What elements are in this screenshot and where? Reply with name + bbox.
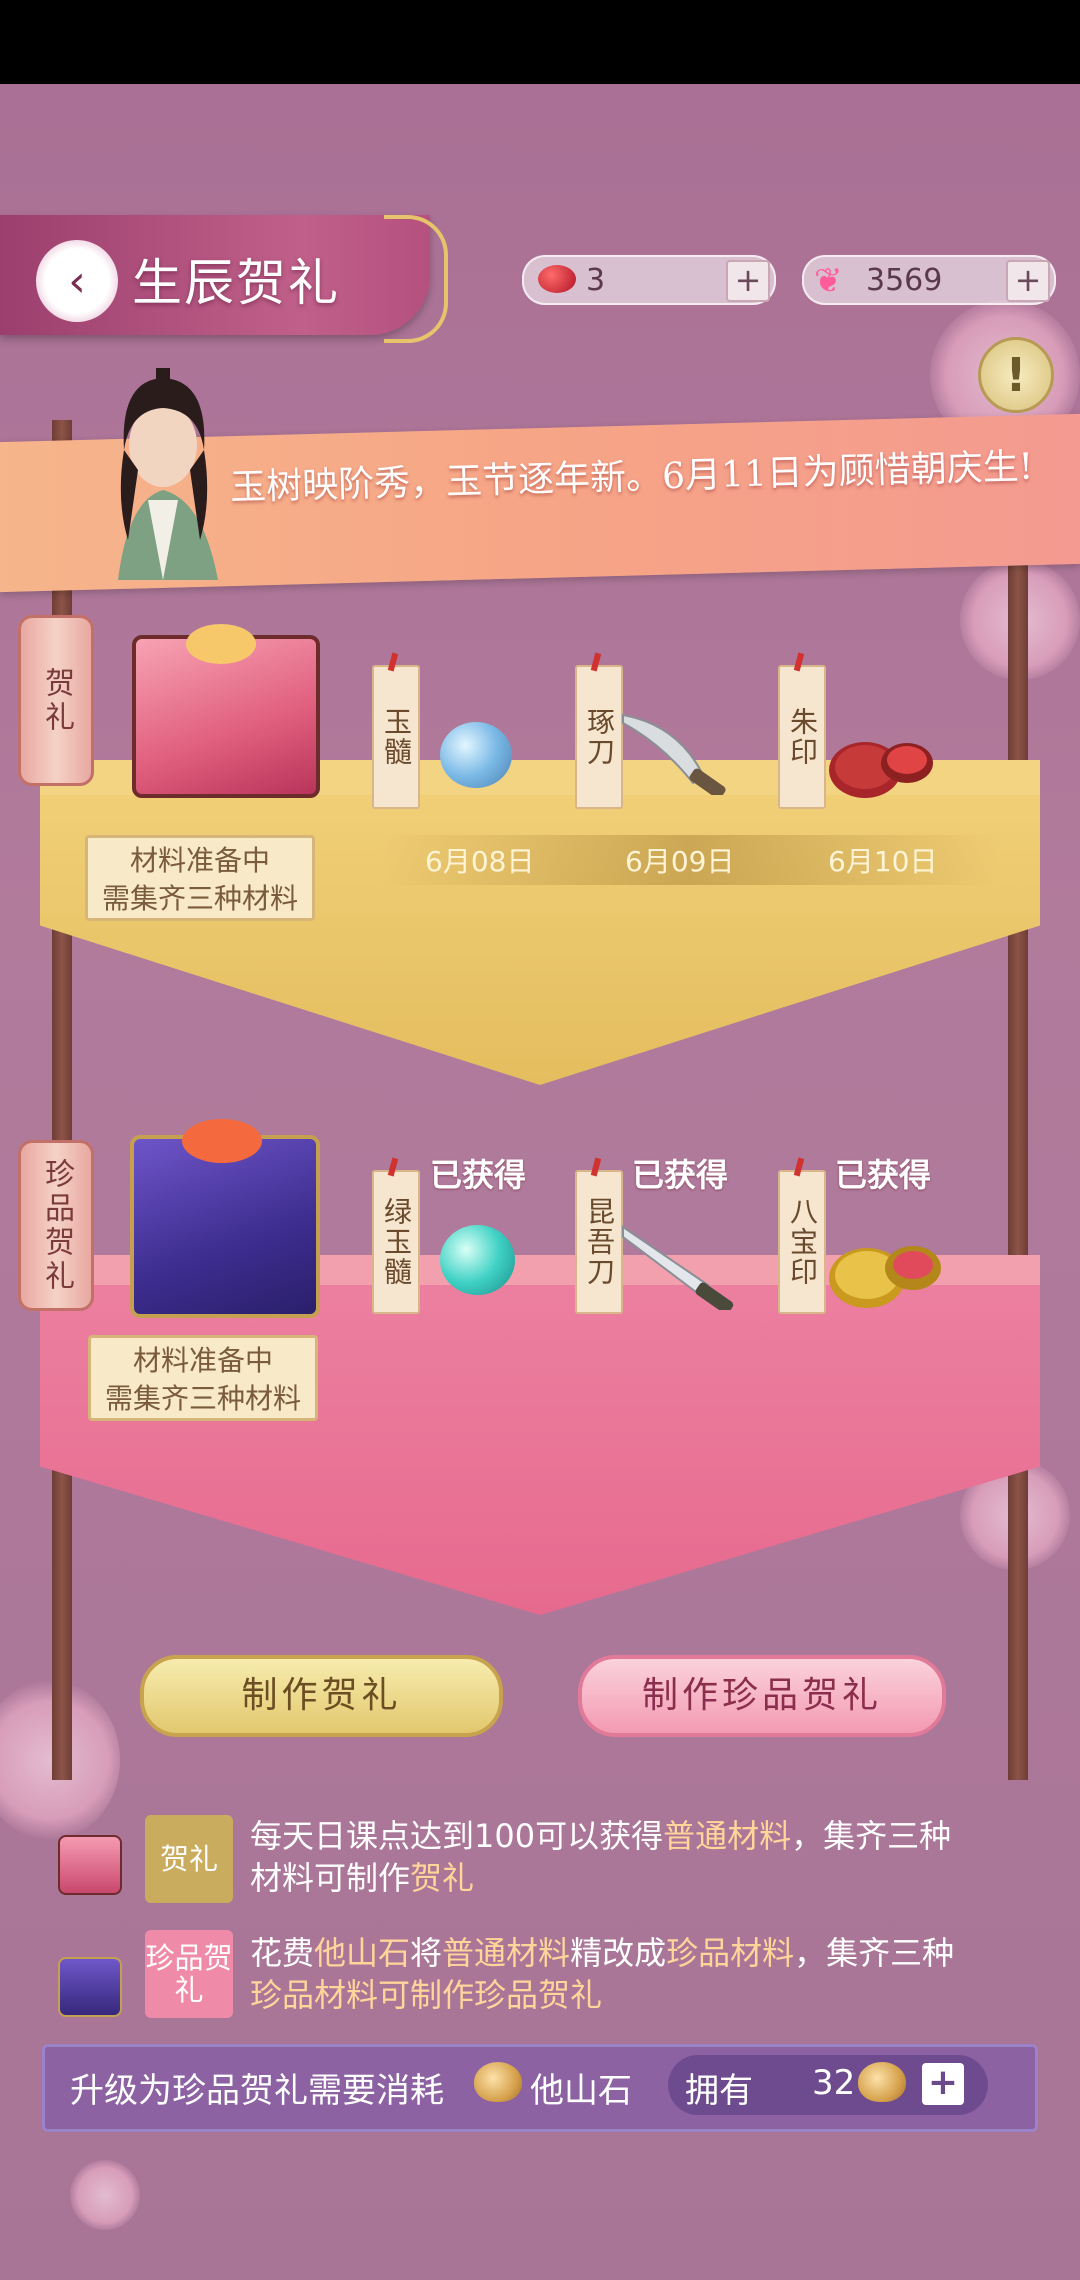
precious-gift-box-icon [58, 1957, 122, 2017]
status-line: 材料准备中 [132, 1344, 273, 1377]
tashan-stone-icon [858, 2062, 906, 2102]
page-title: 生辰贺礼 [132, 254, 340, 312]
add-stone-button[interactable]: + [922, 2063, 964, 2105]
precious-gift-chip: 珍品贺礼 [145, 1930, 233, 2018]
precious-gift-description: 花费他山石将普通材料精改成珍品材料，集齐三种 珍品材料可制作珍品贺礼 [250, 1934, 955, 2014]
currency-butterfly: ❦ 3569 + [802, 255, 1056, 305]
gift-box[interactable] [132, 624, 320, 798]
jade-icon[interactable] [440, 722, 512, 788]
material-tag: 八宝印 [778, 1170, 826, 1314]
material-date: 6月08日 [425, 845, 535, 878]
gift-status: 材料准备中 需集齐三种材料 [85, 835, 315, 921]
currency-red-bean: 3 + [522, 255, 776, 305]
status-line: 需集齐三种材料 [101, 882, 298, 915]
owned-label: 拥有 [685, 2071, 753, 2111]
material-tag: 绿玉髓 [372, 1170, 420, 1314]
gift-chip: 贺礼 [145, 1815, 233, 1903]
chevron-left-icon: ‹ [68, 255, 86, 307]
bow-icon [186, 624, 256, 664]
material-tag: 琢刀 [575, 665, 623, 809]
currency-value: 3 [586, 263, 606, 298]
add-red-bean-button[interactable]: + [726, 260, 770, 302]
kunwu-knife-icon[interactable] [618, 1215, 743, 1310]
make-gift-button[interactable]: 制作贺礼 [140, 1655, 503, 1737]
material-tag: 玉髓 [372, 665, 420, 809]
material-tag: 昆吾刀 [575, 1170, 623, 1314]
precious-lantern: 珍品贺礼 [18, 1140, 94, 1311]
bow-icon [182, 1119, 262, 1163]
obtained-label: 已获得 [430, 1156, 527, 1194]
right-pole [1008, 515, 1028, 1780]
material-date: 6月10日 [828, 845, 938, 878]
gift-lantern: 贺礼 [18, 615, 94, 786]
precious-gift-box[interactable] [130, 1119, 320, 1318]
material-tag: 朱印 [778, 665, 826, 809]
obtained-label: 已获得 [632, 1156, 729, 1194]
stone-name: 他山石 [530, 2071, 632, 2111]
currency-value: 3569 [866, 263, 943, 298]
vermilion-seal-icon[interactable] [825, 725, 935, 800]
tashan-stone-icon [474, 2062, 522, 2102]
eight-treasure-seal-icon[interactable] [825, 1230, 945, 1310]
red-bean-icon [538, 265, 576, 293]
blossom-decoration [70, 2160, 140, 2230]
upgrade-text: 升级为珍品贺礼需要消耗 [70, 2071, 444, 2111]
status-line: 需集齐三种材料 [104, 1382, 301, 1415]
butterfly-icon: ❦ [814, 261, 843, 301]
owned-count: 32 [812, 2063, 856, 2103]
carving-knife-icon[interactable] [618, 705, 738, 795]
obtained-label: 已获得 [835, 1156, 932, 1194]
back-button[interactable]: ‹ [36, 240, 118, 322]
status-bar [0, 0, 1080, 84]
green-jade-icon[interactable] [440, 1225, 515, 1295]
precious-status: 材料准备中 需集齐三种材料 [88, 1335, 318, 1421]
make-precious-gift-button[interactable]: 制作珍品贺礼 [578, 1655, 946, 1737]
info-button[interactable]: ! [978, 337, 1054, 413]
material-date: 6月09日 [625, 845, 735, 878]
gift-box-icon [58, 1835, 122, 1895]
gift-description: 每天日课点达到100可以获得普通材料，集齐三种 材料可制作贺礼 [250, 1817, 952, 1897]
status-line: 材料准备中 [129, 844, 270, 877]
add-butterfly-button[interactable]: + [1006, 260, 1050, 302]
